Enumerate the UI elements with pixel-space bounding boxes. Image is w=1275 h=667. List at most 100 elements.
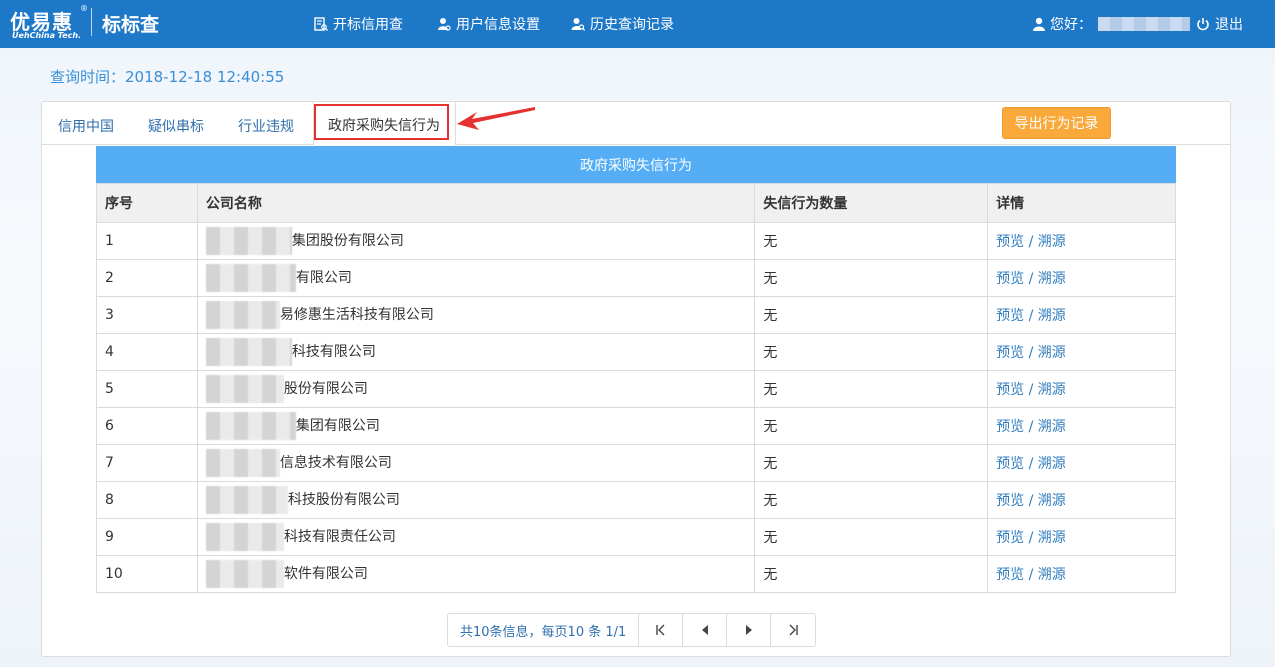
first-page-icon bbox=[656, 624, 665, 636]
logout-button[interactable]: 退出 bbox=[1196, 14, 1243, 34]
preview-link[interactable]: 预览 bbox=[996, 530, 1024, 546]
table-row: 10 软件有限公司 无预览 / 溯源 bbox=[96, 555, 1176, 593]
company-name: 集团股份有限公司 bbox=[291, 233, 404, 249]
row-index: 10 bbox=[96, 555, 198, 593]
row-index: 7 bbox=[96, 444, 198, 482]
logout-label: 退出 bbox=[1215, 17, 1243, 33]
row-index: 6 bbox=[96, 407, 198, 445]
preview-link[interactable]: 预览 bbox=[996, 419, 1024, 435]
detail-links: 预览 / 溯源 bbox=[987, 481, 1176, 519]
link-separator: / bbox=[1024, 345, 1038, 361]
preview-link[interactable]: 预览 bbox=[996, 382, 1024, 398]
export-records-button[interactable]: 导出行为记录 bbox=[1002, 107, 1111, 139]
header-company: 公司名称 bbox=[196, 183, 756, 223]
nav-bid-credit-check[interactable]: 开标信用查 bbox=[314, 14, 403, 34]
preview-link[interactable]: 预览 bbox=[996, 567, 1024, 583]
pagination: 共10条信息，每页10 条 1/1 bbox=[447, 613, 817, 647]
link-separator: / bbox=[1024, 567, 1038, 583]
trace-link[interactable]: 溯源 bbox=[1038, 271, 1066, 287]
preview-link[interactable]: 预览 bbox=[996, 345, 1024, 361]
prev-page-button[interactable] bbox=[683, 614, 728, 646]
nav-query-history[interactable]: 历史查询记录 bbox=[571, 14, 674, 34]
company-name: 股份有限公司 bbox=[283, 381, 368, 397]
tab-bar: 信用中国 疑似串标 行业违规 政府采购失信行为 导出行为记录 bbox=[42, 102, 1230, 145]
trace-link[interactable]: 溯源 bbox=[1038, 456, 1066, 472]
dishonesty-count: 无 bbox=[754, 481, 989, 519]
user-greeting: 您好： bbox=[1032, 14, 1190, 34]
preview-link[interactable]: 预览 bbox=[996, 493, 1024, 509]
dishonesty-count: 无 bbox=[754, 296, 989, 334]
trace-link[interactable]: 溯源 bbox=[1038, 567, 1066, 583]
preview-link[interactable]: 预览 bbox=[996, 456, 1024, 472]
company-name-cell: 软件有限公司 bbox=[196, 555, 756, 593]
detail-links: 预览 / 溯源 bbox=[987, 407, 1176, 445]
masked-username bbox=[1098, 17, 1190, 31]
trace-link[interactable]: 溯源 bbox=[1038, 419, 1066, 435]
trace-link[interactable]: 溯源 bbox=[1038, 234, 1066, 250]
dishonesty-count: 无 bbox=[754, 407, 989, 445]
detail-links: 预览 / 溯源 bbox=[987, 296, 1176, 334]
company-name: 科技有限公司 bbox=[291, 344, 376, 360]
company-name: 信息技术有限公司 bbox=[279, 455, 392, 471]
link-separator: / bbox=[1024, 271, 1038, 287]
next-page-button[interactable] bbox=[727, 614, 772, 646]
power-icon bbox=[1197, 18, 1209, 31]
trace-link[interactable]: 溯源 bbox=[1038, 345, 1066, 361]
dishonesty-count: 无 bbox=[754, 222, 989, 260]
table-row: 8 科技股份有限公司 无预览 / 溯源 bbox=[96, 481, 1176, 519]
greeting-label: 您好： bbox=[1050, 17, 1092, 33]
query-time: 查询时间：2018-12-18 12:40:55 bbox=[50, 68, 285, 86]
trace-link[interactable]: 溯源 bbox=[1038, 382, 1066, 398]
logo-registered-mark: ® bbox=[80, 4, 88, 13]
header-index: 序号 bbox=[96, 183, 198, 223]
tab-credit-china[interactable]: 信用中国 bbox=[58, 116, 114, 136]
detail-links: 预览 / 溯源 bbox=[987, 444, 1176, 482]
first-page-button[interactable] bbox=[639, 614, 684, 646]
row-index: 3 bbox=[96, 296, 198, 334]
table-caption: 政府采购失信行为 bbox=[96, 146, 1176, 183]
tab-suspected-collusion[interactable]: 疑似串标 bbox=[148, 116, 204, 136]
nav-label: 用户信息设置 bbox=[456, 17, 540, 33]
dishonesty-count: 无 bbox=[754, 370, 989, 408]
row-index: 5 bbox=[96, 370, 198, 408]
trace-link[interactable]: 溯源 bbox=[1038, 493, 1066, 509]
preview-link[interactable]: 预览 bbox=[996, 234, 1024, 250]
detail-links: 预览 / 溯源 bbox=[987, 518, 1176, 556]
tab-industry-violations[interactable]: 行业违规 bbox=[238, 116, 294, 136]
next-page-icon bbox=[745, 625, 752, 635]
link-separator: / bbox=[1024, 419, 1038, 435]
logo-subtitle: UehChina Tech. bbox=[12, 31, 82, 40]
nav-user-settings[interactable]: 用户信息设置 bbox=[437, 14, 540, 34]
redacted-name-mask bbox=[205, 486, 288, 514]
logo-divider bbox=[91, 8, 92, 36]
last-page-button[interactable] bbox=[771, 614, 815, 646]
table-row: 5 股份有限公司 无预览 / 溯源 bbox=[96, 370, 1176, 408]
tab-active-label: 政府采购失信行为 bbox=[328, 118, 440, 134]
link-separator: / bbox=[1024, 308, 1038, 324]
table-header-row: 序号 公司名称 失信行为数量 详情 bbox=[96, 183, 1176, 223]
company-name-cell: 易修惠生活科技有限公司 bbox=[196, 296, 756, 334]
detail-links: 预览 / 溯源 bbox=[987, 555, 1176, 593]
company-name-cell: 有限公司 bbox=[196, 259, 756, 297]
trace-link[interactable]: 溯源 bbox=[1038, 308, 1066, 324]
link-separator: / bbox=[1024, 382, 1038, 398]
link-separator: / bbox=[1024, 234, 1038, 250]
company-name: 软件有限公司 bbox=[283, 566, 368, 582]
table-body: 1 集团股份有限公司无预览 / 溯源 2 有限公司无预览 / 溯源 3 易修惠生活科技有限… bbox=[96, 222, 1176, 593]
user-settings-icon bbox=[438, 18, 451, 31]
redacted-name-mask bbox=[205, 412, 296, 440]
company-name: 易修惠生活科技有限公司 bbox=[279, 307, 434, 323]
detail-links: 预览 / 溯源 bbox=[987, 333, 1176, 371]
company-name-cell: 集团股份有限公司 bbox=[196, 222, 756, 260]
link-separator: / bbox=[1024, 456, 1038, 472]
preview-link[interactable]: 预览 bbox=[996, 271, 1024, 287]
trace-link[interactable]: 溯源 bbox=[1038, 530, 1066, 546]
top-bar: 优易惠 ® UehChina Tech. 标标查 开标信用查 用户信息设置 历史… bbox=[0, 0, 1275, 48]
table-row: 4 科技有限公司 无预览 / 溯源 bbox=[96, 333, 1176, 371]
table-row: 2 有限公司 无预览 / 溯源 bbox=[96, 259, 1176, 297]
table-row: 6 集团有限公司 无预览 / 溯源 bbox=[96, 407, 1176, 445]
preview-link[interactable]: 预览 bbox=[996, 308, 1024, 324]
company-name-cell: 股份有限公司 bbox=[196, 370, 756, 408]
nav-label: 开标信用查 bbox=[333, 17, 403, 33]
detail-links: 预览 / 溯源 bbox=[987, 370, 1176, 408]
